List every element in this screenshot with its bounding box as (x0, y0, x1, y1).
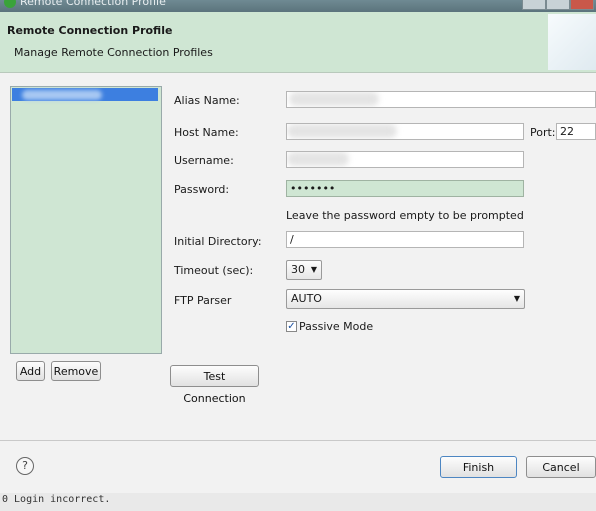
window-title: Remote Connection Profile (20, 0, 166, 8)
cancel-button[interactable]: Cancel (526, 456, 596, 478)
minimize-button[interactable] (522, 0, 546, 10)
password-input[interactable]: ••••••• (286, 180, 524, 197)
timeout-select[interactable]: 30 ▼ (286, 260, 322, 280)
timeout-value: 30 (291, 263, 305, 276)
redacted-username (287, 152, 349, 166)
help-icon[interactable]: ? (16, 457, 34, 475)
timeout-label: Timeout (sec): (174, 264, 254, 277)
chevron-down-icon: ▼ (513, 294, 520, 303)
redacted-profile-name (22, 90, 102, 100)
console-output: 0 Login incorrect. (0, 493, 596, 511)
password-label: Password: (174, 183, 230, 196)
profile-list-item-selected[interactable] (12, 88, 158, 101)
header-banner-image (548, 14, 596, 70)
close-button[interactable] (570, 0, 594, 10)
maximize-button[interactable] (546, 0, 570, 10)
username-label: Username: (174, 154, 234, 167)
initial-directory-input[interactable]: / (286, 231, 524, 248)
header-subtitle: Manage Remote Connection Profiles (14, 46, 213, 59)
redacted-alias (289, 92, 379, 106)
remove-profile-button[interactable]: Remove (51, 361, 101, 381)
dialog-header: Remote Connection Profile Manage Remote … (0, 12, 596, 73)
footer-divider (0, 440, 596, 441)
header-title: Remote Connection Profile (7, 24, 173, 37)
host-name-input[interactable] (286, 123, 524, 140)
ftp-parser-value: AUTO (291, 292, 322, 305)
chevron-down-icon: ▼ (310, 265, 317, 274)
alias-name-input[interactable] (286, 91, 596, 108)
window-titlebar: Remote Connection Profile (0, 0, 596, 12)
ftp-parser-select[interactable]: AUTO ▼ (286, 289, 525, 309)
passive-mode-label: Passive Mode (299, 320, 374, 333)
finish-button[interactable]: Finish (440, 456, 517, 478)
test-connection-button[interactable]: Test Connection (170, 365, 259, 405)
initial-directory-label: Initial Directory: (174, 235, 262, 248)
redacted-host (287, 124, 397, 138)
host-name-label: Host Name: (174, 126, 239, 139)
password-hint: Leave the password empty to be prompted (286, 209, 524, 222)
add-profile-button[interactable]: Add (16, 361, 45, 381)
alias-name-label: Alias Name: (174, 94, 240, 107)
profile-list[interactable] (10, 86, 162, 354)
app-icon (4, 0, 16, 8)
passive-mode-checkbox[interactable]: ✓ (286, 321, 297, 332)
ftp-parser-label: FTP Parser (174, 294, 232, 307)
port-input[interactable]: 22 (556, 123, 596, 140)
remote-connection-dialog: Remote Connection Profile Manage Remote … (0, 12, 596, 493)
username-input[interactable] (286, 151, 524, 168)
checkmark-icon: ✓ (287, 321, 296, 332)
port-label: Port: (530, 126, 556, 139)
